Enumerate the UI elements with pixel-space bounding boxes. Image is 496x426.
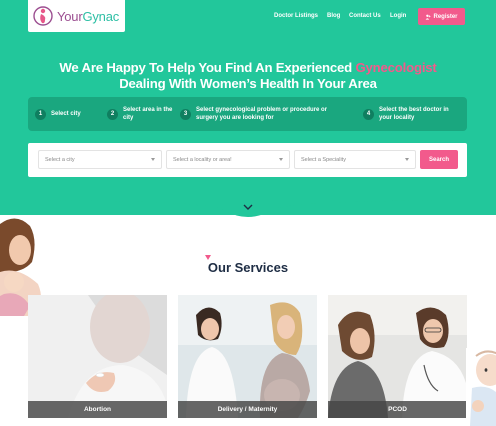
hero-title-line2: Dealing With Women’s Health In Your Area: [119, 76, 377, 91]
city-select[interactable]: Select a city: [38, 150, 162, 169]
speciality-select[interactable]: Select a Speciality: [294, 150, 416, 169]
nav-login[interactable]: Login: [390, 13, 406, 19]
search-panel: Select a city Select a locality or area!…: [28, 143, 467, 177]
logo-mother-icon: [33, 6, 53, 26]
register-button[interactable]: Register: [418, 8, 465, 25]
step-text: Select the best doctor in your locality: [379, 107, 449, 121]
step-4: 4 Select the best doctor in your localit…: [363, 97, 461, 131]
hero-title-highlight: Gynecologist: [355, 60, 437, 75]
user-plus-icon: [426, 14, 431, 20]
step-text: Select gynecological problem or procedur…: [196, 107, 328, 121]
chevron-down-icon: [243, 204, 253, 210]
nav-doctor-listings[interactable]: Doctor Listings: [274, 13, 318, 19]
steps-bar: 1 Select city 2 Select area in the city …: [28, 97, 467, 131]
chevron-down-icon: [405, 158, 409, 161]
scroll-down-button[interactable]: [236, 199, 260, 215]
brand-name: YourGynac: [57, 8, 120, 24]
city-select-placeholder: Select a city: [45, 156, 75, 163]
nav-contact-us[interactable]: Contact Us: [349, 13, 381, 19]
hero-title: We Are Happy To Help You Find An Experie…: [0, 60, 496, 92]
service-card-label: Abortion: [28, 401, 167, 418]
hero-section: YourGynac Doctor Listings Blog Contact U…: [0, 0, 496, 215]
step-number: 4: [363, 108, 374, 120]
service-card-pcod[interactable]: PCOD: [328, 295, 467, 418]
step-3: 3 Select gynecological problem or proced…: [180, 97, 348, 131]
nav-blog[interactable]: Blog: [327, 13, 340, 19]
pcod-image: [328, 295, 467, 418]
chevron-down-icon: [151, 158, 155, 161]
site-logo[interactable]: YourGynac: [28, 0, 125, 32]
baby-image: [466, 348, 496, 426]
register-label: Register: [433, 13, 458, 20]
step-text: Select area in the city: [123, 107, 173, 121]
search-button[interactable]: Search: [420, 150, 458, 169]
delivery-maternity-image: [178, 295, 317, 418]
services-title: Our Services: [207, 260, 289, 275]
service-card-label: PCOD: [328, 401, 467, 418]
chevron-down-icon: [279, 158, 283, 161]
step-text: Select city: [51, 111, 81, 117]
step-number: 3: [180, 108, 191, 120]
service-card-abortion[interactable]: Abortion: [28, 295, 167, 418]
service-card-delivery-maternity[interactable]: Delivery / Maternity: [178, 295, 317, 418]
step-2: 2 Select area in the city: [107, 97, 175, 131]
locality-select-placeholder: Select a locality or area!: [173, 156, 232, 163]
abortion-image: [28, 295, 167, 418]
speciality-select-placeholder: Select a Speciality: [301, 156, 346, 163]
step-1: 1 Select city: [35, 97, 115, 131]
hero-title-line1: We Are Happy To Help You Find An Experie…: [59, 60, 356, 75]
service-card-label: Delivery / Maternity: [178, 401, 317, 418]
step-number: 2: [107, 108, 118, 120]
step-number: 1: [35, 108, 46, 120]
locality-select[interactable]: Select a locality or area!: [166, 150, 290, 169]
